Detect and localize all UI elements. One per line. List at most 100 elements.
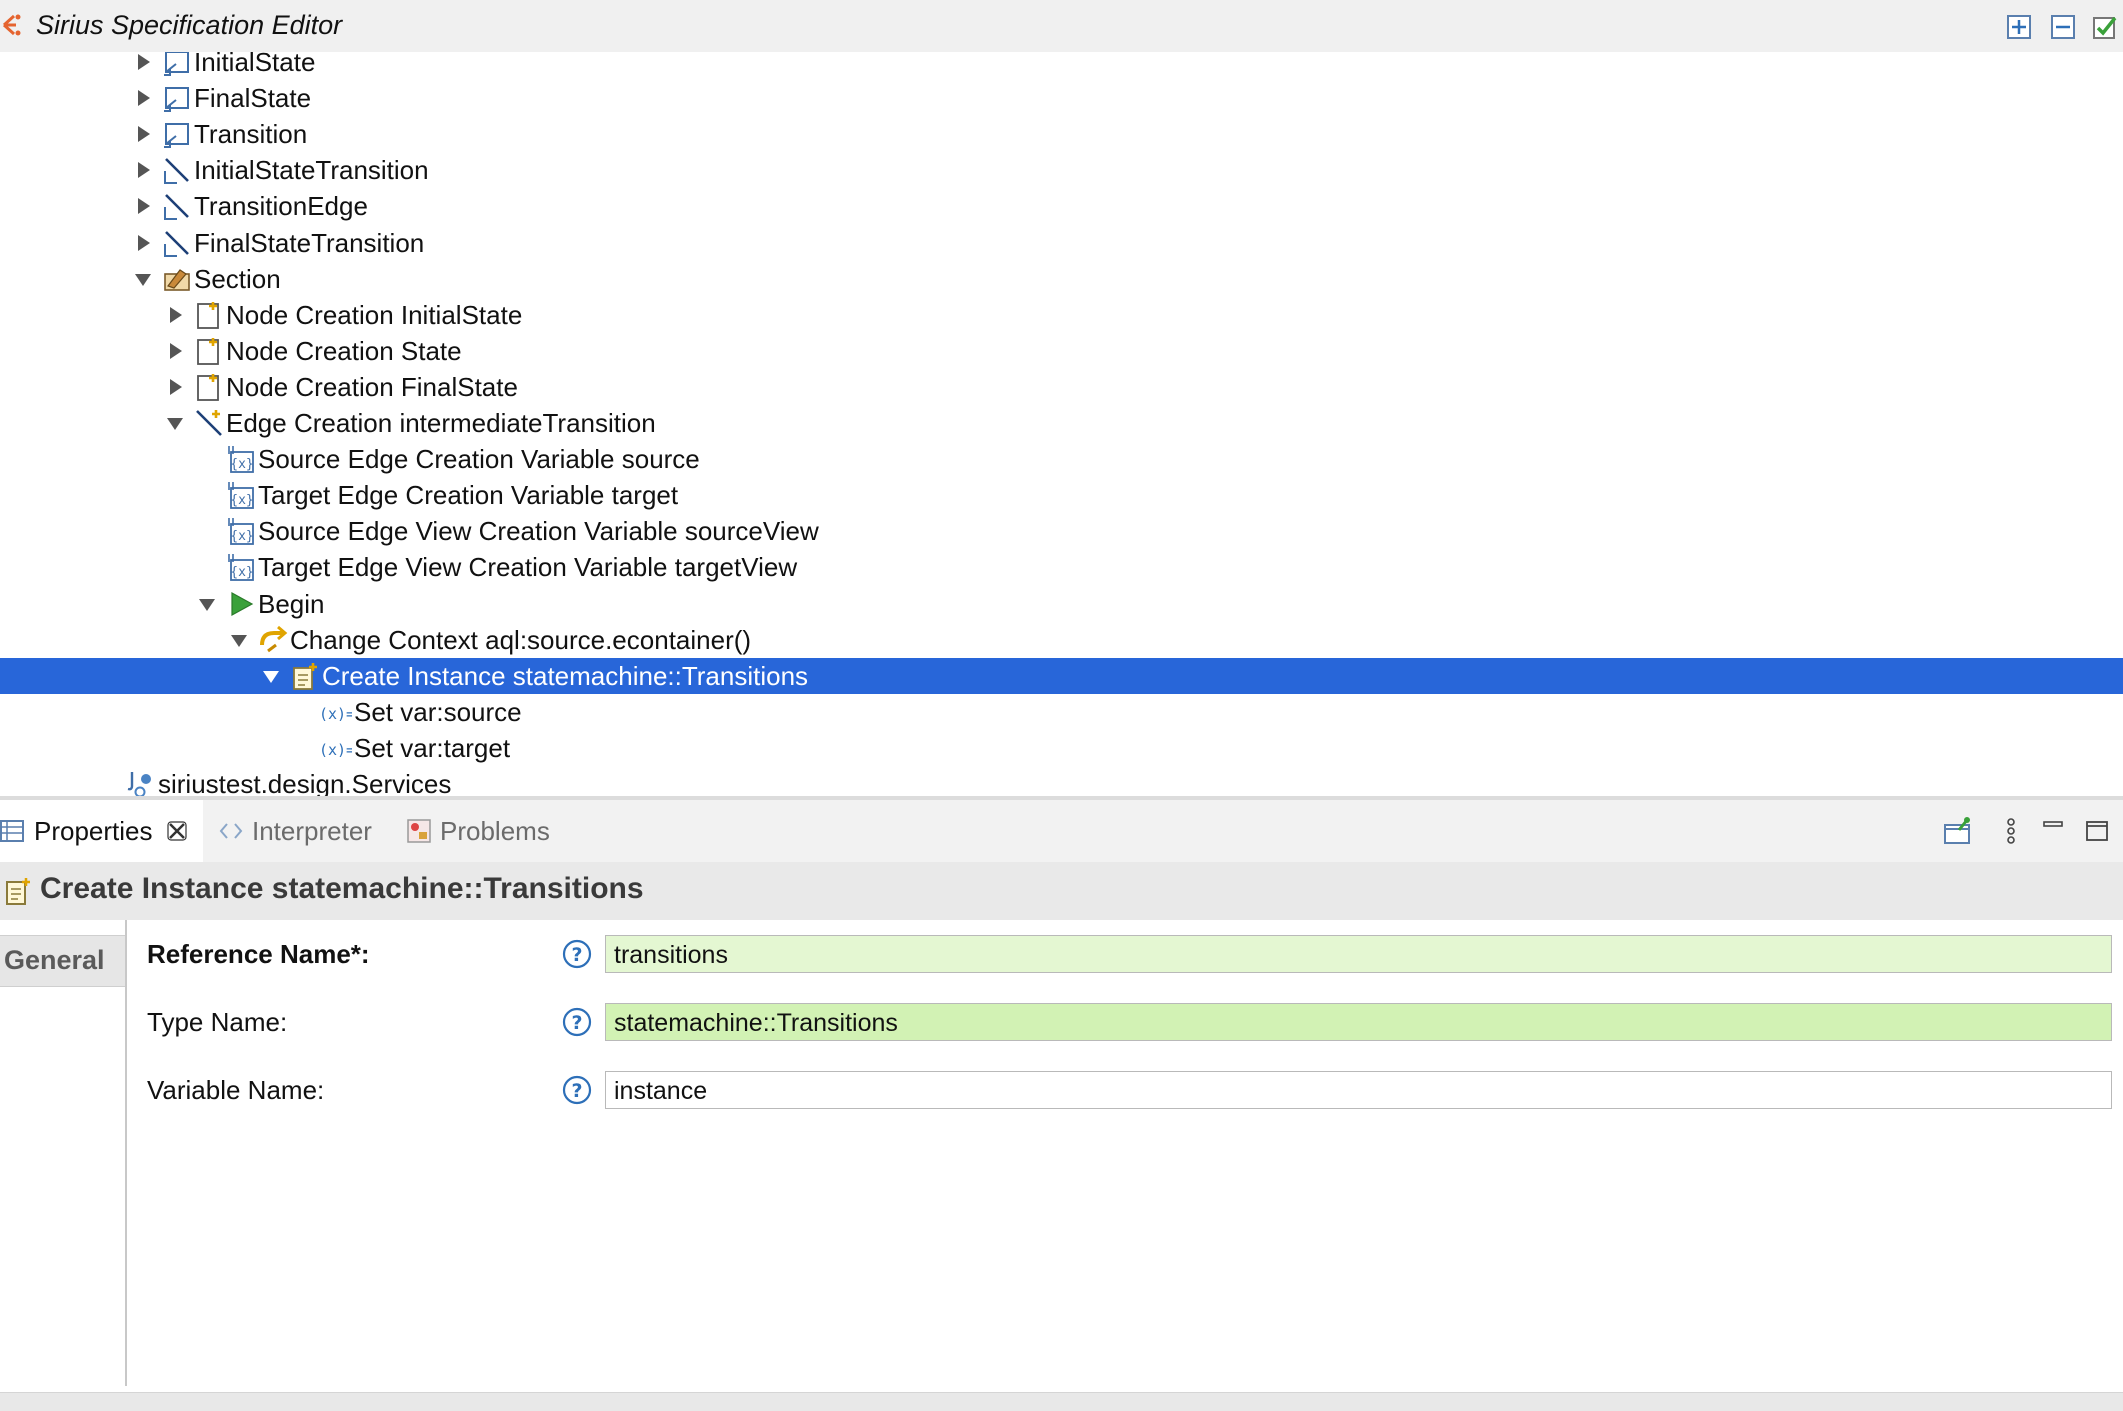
tree-row[interactable]: InitialStateTransition [0, 152, 2123, 188]
tree-row-label: Begin [258, 588, 325, 619]
node-mapping-icon [164, 52, 189, 76]
edge-mapping-icon [164, 194, 189, 221]
editor-title-bar: Sirius Specification Editor [0, 0, 2123, 54]
chevron-right-icon[interactable] [164, 375, 186, 399]
help-icon[interactable]: ? [561, 1006, 593, 1038]
begin-icon [231, 591, 254, 616]
reference-name-field[interactable]: transitions [605, 935, 2112, 973]
tree-row-label: FinalStateTransition [194, 227, 425, 258]
tab-interpreter[interactable]: Interpreter [218, 800, 372, 862]
tab-properties[interactable]: Properties [0, 800, 203, 862]
tree-row-label: Change Context aql:source.econtainer() [290, 624, 752, 655]
properties-header-title: Create Instance statemachine::Transition… [40, 872, 644, 905]
problems-icon [407, 819, 431, 843]
tree-row[interactable]: {x} Source Edge View Creation Variable so… [0, 513, 2123, 549]
svg-text:?: ? [571, 944, 582, 966]
tree-row[interactable]: Node Creation FinalState [0, 369, 2123, 405]
set-value-icon: (x)= [322, 705, 352, 723]
chevron-right-icon[interactable] [132, 86, 154, 110]
view-tab-bar: Properties Interpreter Problems [0, 800, 2123, 863]
tree-row[interactable]: TransitionEdge [0, 188, 2123, 224]
chevron-down-icon[interactable] [228, 628, 250, 652]
tree-row[interactable]: FinalState [0, 80, 2123, 116]
tab-problems[interactable]: Problems [406, 800, 550, 862]
section-tab-general[interactable]: General [0, 935, 125, 987]
editor-title: Sirius Specification Editor [36, 10, 343, 40]
maximize-icon[interactable] [2082, 816, 2112, 846]
tab-properties-label: Properties [34, 815, 153, 846]
chevron-right-icon[interactable] [132, 231, 154, 255]
tree-row-label: Set var:target [354, 732, 511, 763]
svg-text:{x}: {x} [230, 457, 253, 472]
tree-row-label: Set var:source [354, 696, 522, 727]
type-name-label: Type Name: [147, 1007, 288, 1037]
view-menu-icon[interactable] [1996, 816, 2026, 846]
tree-row[interactable]: (x)=Set var:source [0, 694, 2123, 730]
collapse-all-icon[interactable] [2050, 14, 2076, 40]
tree-row[interactable]: Edge Creation intermediateTransition [0, 405, 2123, 441]
edge-mapping-icon [164, 230, 189, 257]
tree-row-label: Node Creation FinalState [226, 371, 518, 402]
variable-name-field[interactable]: instance [605, 1071, 2112, 1109]
chevron-down-icon[interactable] [164, 411, 186, 435]
create-instance-icon [6, 878, 30, 905]
tree-row[interactable]: Change Context aql:source.econtainer() [0, 622, 2123, 658]
node-mapping-icon [164, 123, 189, 149]
variable-icon: {x} [228, 518, 254, 546]
tree-row-label: Target Edge View Creation Variable targe… [258, 552, 798, 583]
tree-row[interactable]: siriustest.design.Services [0, 766, 2123, 796]
tree-row-label: InitialState [194, 52, 316, 77]
variable-icon: {x} [228, 554, 254, 582]
tree-row[interactable]: Node Creation State [0, 333, 2123, 369]
chevron-down-icon[interactable] [196, 592, 218, 616]
variable-icon: {x} [228, 446, 254, 473]
pin-icon[interactable] [1942, 816, 1972, 846]
tree-row-label: Target Edge Creation Variable target [258, 480, 679, 511]
tree-row[interactable]: FinalStateTransition [0, 225, 2123, 261]
chevron-right-icon[interactable] [132, 194, 154, 218]
help-icon[interactable]: ? [561, 1074, 593, 1106]
expand-all-icon[interactable] [2006, 14, 2032, 40]
tree-row-label: siriustest.design.Services [158, 769, 452, 796]
tree-row[interactable]: {x} Target Edge Creation Variable target [0, 477, 2123, 513]
chevron-right-icon[interactable] [164, 303, 186, 327]
type-name-field[interactable]: statemachine::Transitions [605, 1003, 2112, 1041]
chevron-right-icon[interactable] [132, 158, 154, 182]
chevron-down-icon[interactable] [260, 664, 282, 688]
svg-text:{x}: {x} [230, 493, 253, 508]
tree-row[interactable]: InitialState [0, 52, 2123, 80]
chevron-right-icon[interactable] [164, 339, 186, 363]
variable-icon: {x} [228, 482, 254, 510]
sirius-logo-icon [2, 14, 21, 36]
validate-icon[interactable] [2092, 14, 2118, 40]
chevron-right-icon[interactable] [132, 52, 154, 74]
close-icon[interactable] [165, 819, 189, 843]
specification-tree[interactable]: InitialState FinalState Transition InitialS… [0, 52, 2123, 796]
tree-row[interactable]: Transition [0, 116, 2123, 152]
create-instance-icon [293, 662, 317, 690]
chevron-down-icon[interactable] [132, 267, 154, 291]
minimize-icon[interactable] [2038, 816, 2068, 846]
tree-row-label: Create Instance statemachine::Transition… [322, 660, 809, 691]
tree-row[interactable]: {x} Source Edge Creation Variable source [0, 441, 2123, 477]
status-bar [0, 1392, 2123, 1411]
tree-row-label: InitialStateTransition [194, 155, 429, 186]
tree-row[interactable]: Begin [0, 586, 2123, 622]
help-icon[interactable]: ? [561, 938, 593, 970]
svg-text:?: ? [571, 1012, 582, 1034]
node-creation-icon [197, 337, 219, 365]
tree-row-label: TransitionEdge [194, 191, 368, 222]
properties-icon [0, 820, 24, 842]
chevron-right-icon[interactable] [132, 122, 154, 146]
svg-text:(x)=: (x)= [322, 705, 352, 723]
section-tab-column [0, 920, 127, 1386]
tree-row[interactable]: {x} Target Edge View Creation Variable ta… [0, 549, 2123, 585]
properties-header: Create Instance statemachine::Transition… [0, 862, 2123, 920]
edge-creation-icon [196, 410, 222, 436]
variable-name-label: Variable Name: [147, 1075, 325, 1105]
svg-text:{x}: {x} [230, 565, 253, 580]
tree-row[interactable]: Section [0, 261, 2123, 297]
tree-row[interactable]: (x)=Set var:target [0, 730, 2123, 766]
tree-row-selected[interactable]: Create Instance statemachine::Transition… [0, 657, 2123, 694]
tree-row[interactable]: Node Creation InitialState [0, 297, 2123, 333]
